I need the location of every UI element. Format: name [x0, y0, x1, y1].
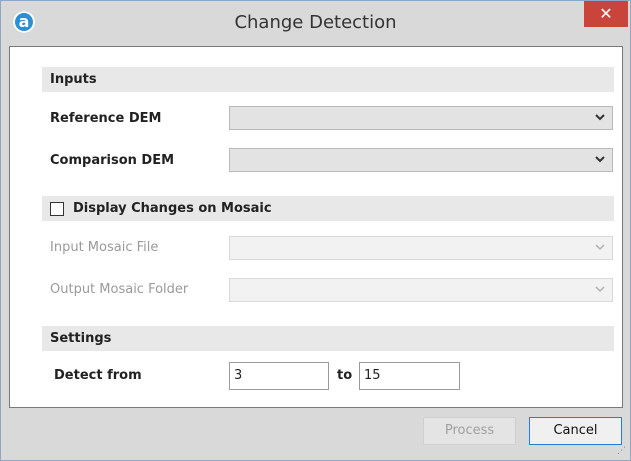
settings-section-header: Settings [42, 326, 614, 351]
comparison-dem-dropdown[interactable] [229, 148, 613, 172]
reference-dem-dropdown[interactable] [229, 106, 613, 130]
display-changes-checkbox[interactable] [50, 202, 64, 216]
dialog-content: Inputs Reference DEM Comparison DEM Disp… [9, 46, 623, 408]
detect-from-input[interactable]: 3 [229, 362, 329, 390]
chevron-down-icon [594, 283, 606, 298]
inputs-section-header: Inputs [42, 67, 614, 92]
output-mosaic-folder-label: Output Mosaic Folder [50, 282, 189, 297]
chevron-down-icon [594, 111, 606, 126]
close-icon: ✕ [599, 4, 613, 23]
comparison-dem-label: Comparison DEM [50, 153, 175, 168]
change-detection-dialog: a Change Detection ✕ Inputs Reference DE… [0, 0, 631, 461]
chevron-down-icon [594, 241, 606, 256]
reference-dem-label: Reference DEM [50, 111, 162, 126]
resize-grip-icon[interactable]: ⋰ [617, 447, 626, 456]
chevron-down-icon [594, 153, 606, 168]
display-changes-label[interactable]: Display Changes on Mosaic [73, 201, 272, 216]
to-label: to [337, 368, 353, 383]
output-mosaic-folder-dropdown[interactable] [229, 278, 613, 302]
detect-from-label: Detect from [54, 368, 142, 383]
close-button[interactable]: ✕ [584, 1, 628, 27]
title-bar[interactable]: a Change Detection ✕ [1, 1, 630, 45]
window-title: Change Detection [234, 12, 397, 33]
detect-to-input[interactable]: 15 [359, 362, 460, 390]
cancel-button[interactable]: Cancel [529, 417, 622, 445]
process-button[interactable]: Process [423, 417, 516, 445]
input-mosaic-file-dropdown[interactable] [229, 236, 613, 260]
input-mosaic-file-label: Input Mosaic File [50, 240, 159, 255]
